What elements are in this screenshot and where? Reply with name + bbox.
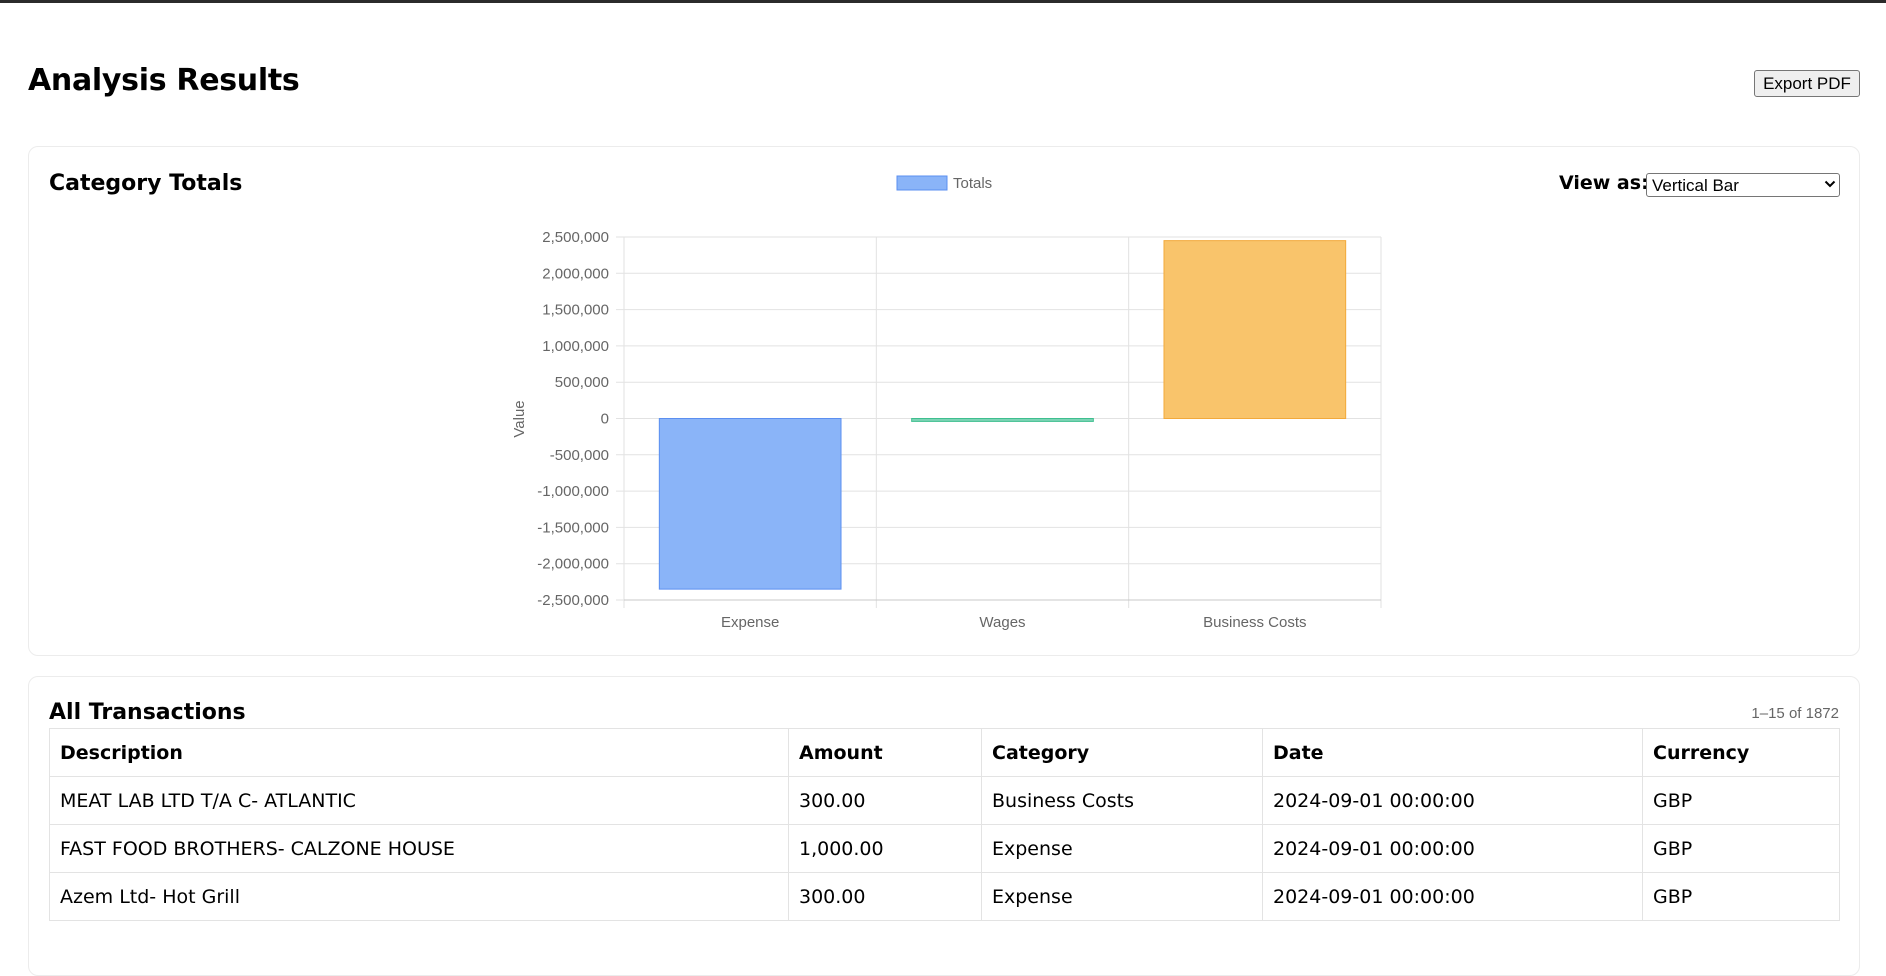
- cell-description: FAST FOOD BROTHERS- CALZONE HOUSE: [49, 824, 789, 873]
- cell-currency: GBP: [1642, 872, 1840, 921]
- y-tick-label: 0: [601, 411, 609, 428]
- y-axis-title: Value: [511, 400, 528, 437]
- cell-category: Business Costs: [981, 776, 1263, 825]
- cell-date: 2024-09-01 00:00:00: [1262, 824, 1643, 873]
- category-totals-title: Category Totals: [49, 171, 243, 196]
- column-header-currency[interactable]: Currency: [1642, 728, 1840, 777]
- all-transactions-card: All Transactions 1–15 of 1872 Descriptio…: [28, 676, 1860, 976]
- table-header-row: Description Amount Category Date Currenc…: [49, 728, 1840, 777]
- y-tick-label: -2,000,000: [537, 556, 609, 573]
- y-tick-label: 2,000,000: [542, 265, 609, 282]
- y-tick-label: 1,500,000: [542, 302, 609, 319]
- cell-date: 2024-09-01 00:00:00: [1262, 776, 1643, 825]
- cell-amount: 300.00: [788, 872, 982, 921]
- column-header-amount[interactable]: Amount: [788, 728, 982, 777]
- x-tick-label: Business Costs: [1203, 614, 1306, 631]
- cell-currency: GBP: [1642, 824, 1840, 873]
- export-pdf-button[interactable]: Export PDF: [1754, 70, 1860, 97]
- y-tick-label: -1,500,000: [537, 519, 609, 536]
- category-totals-card: 2,500,000 2,000,000 1,500,000 1,000,000 500,…: [28, 146, 1860, 656]
- category-totals-chart: 2,500,000 2,000,000 1,500,000 1,000,000 500,…: [511, 175, 1382, 631]
- table-row[interactable]: MEAT LAB LTD T/A C- ATLANTIC 300.00 Busi…: [49, 776, 1840, 825]
- all-transactions-title: All Transactions: [49, 700, 246, 725]
- cell-category: Expense: [981, 824, 1263, 873]
- y-tick-label: 1,000,000: [542, 338, 609, 355]
- x-tick-label: Expense: [721, 614, 779, 631]
- y-tick-label: -2,500,000: [537, 592, 609, 609]
- pagination-count: 1–15 of 1872: [1751, 705, 1839, 722]
- view-as-label: View as:: [1559, 172, 1649, 194]
- column-header-category[interactable]: Category: [981, 728, 1263, 777]
- cell-date: 2024-09-01 00:00:00: [1262, 872, 1643, 921]
- y-tick-label: 2,500,000: [542, 229, 609, 246]
- bar-expense: [658, 418, 842, 590]
- transactions-table: Description Amount Category Date Currenc…: [49, 728, 1840, 921]
- y-tick-label: -500,000: [550, 447, 609, 464]
- x-tick-label: Wages: [979, 614, 1025, 631]
- legend-label: Totals: [953, 175, 992, 192]
- y-tick-label: -1,000,000: [537, 483, 609, 500]
- chart-type-select[interactable]: Vertical Bar: [1646, 173, 1840, 197]
- bar-business-costs: [1163, 240, 1347, 419]
- cell-currency: GBP: [1642, 776, 1840, 825]
- bar-wages: [911, 418, 1094, 422]
- column-header-description[interactable]: Description: [49, 728, 789, 777]
- table-row[interactable]: FAST FOOD BROTHERS- CALZONE HOUSE 1,000.…: [49, 824, 1840, 873]
- y-tick-label: 500,000: [555, 374, 609, 391]
- cell-description: Azem Ltd- Hot Grill: [49, 872, 789, 921]
- cell-category: Expense: [981, 872, 1263, 921]
- analysis-results-page: Analysis Results Export PDF 2,500,000 2,0…: [0, 3, 1886, 976]
- cell-amount: 1,000.00: [788, 824, 982, 873]
- table-row[interactable]: Azem Ltd- Hot Grill 300.00 Expense 2024-…: [49, 872, 1840, 921]
- column-header-date[interactable]: Date: [1262, 728, 1643, 777]
- cell-amount: 300.00: [788, 776, 982, 825]
- cell-description: MEAT LAB LTD T/A C- ATLANTIC: [49, 776, 789, 825]
- page-title: Analysis Results: [28, 63, 300, 98]
- legend-swatch: [896, 175, 948, 191]
